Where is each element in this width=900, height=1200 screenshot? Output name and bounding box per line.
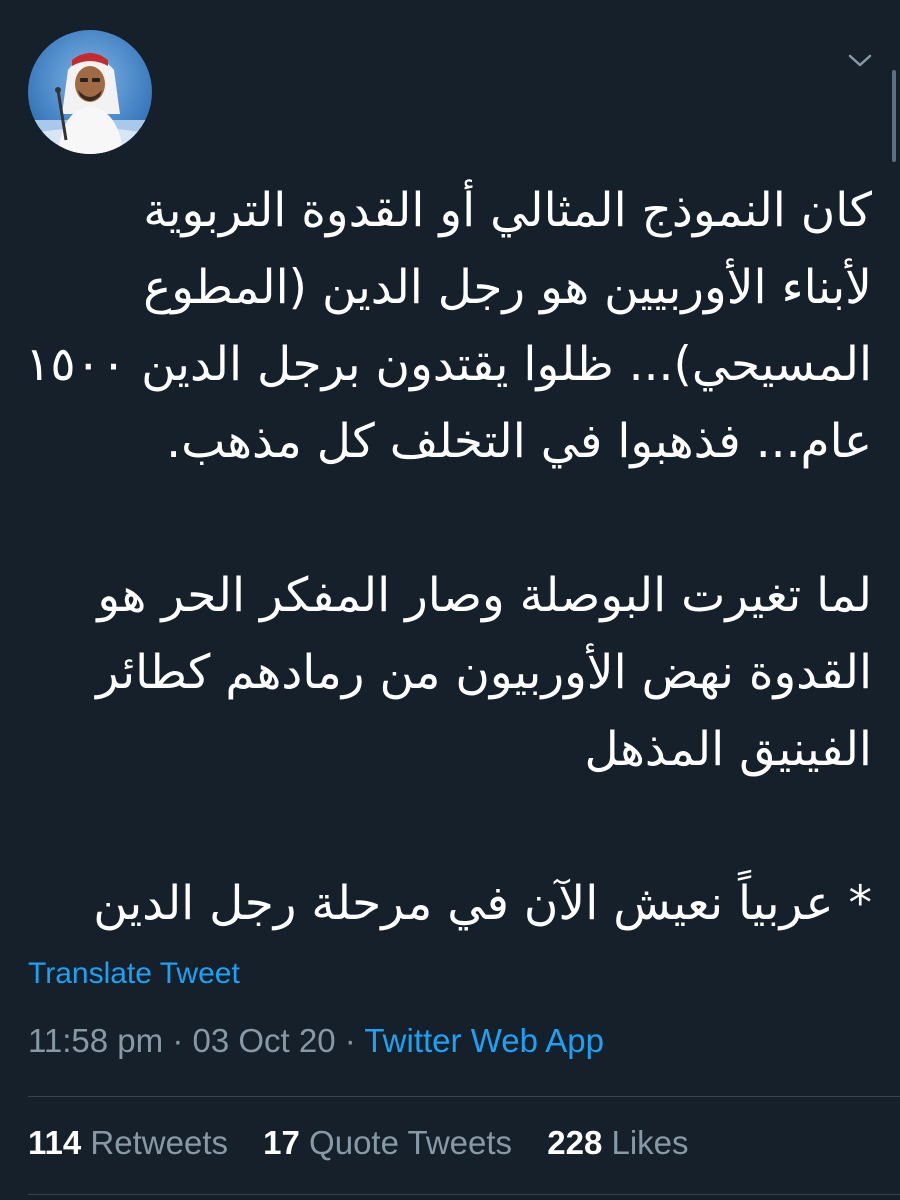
quote-tweets-stat[interactable]: 17 Quote Tweets <box>263 1124 512 1162</box>
chevron-down-icon[interactable] <box>846 50 874 70</box>
retweets-count: 114 <box>28 1124 82 1161</box>
tweet-text: كان النموذج المثالي أو القدوة التربوية ل… <box>12 172 872 942</box>
tweet-metadata: 11:58 pm · 03 Oct 20 · Twitter Web App <box>28 1022 604 1060</box>
tweet-paragraph-3: * عربياً نعيش الآن في مرحلة رجل الدين <box>93 876 872 931</box>
likes-count: 228 <box>547 1124 603 1161</box>
tweet-paragraph-2: لما تغيرت البوصلة وصار المفكر الحر هو ال… <box>96 568 872 777</box>
tweet-time: 11:58 pm <box>28 1022 164 1059</box>
quote-tweets-count: 17 <box>263 1124 300 1161</box>
meta-separator: · <box>344 1022 356 1059</box>
avatar[interactable] <box>28 30 152 154</box>
retweets-label: Retweets <box>90 1124 228 1161</box>
likes-stat[interactable]: 228 Likes <box>547 1124 688 1162</box>
quote-tweets-label: Quote Tweets <box>309 1124 513 1161</box>
meta-separator: · <box>172 1022 184 1059</box>
retweets-stat[interactable]: 114 Retweets <box>28 1124 228 1162</box>
avatar-image <box>28 30 152 154</box>
tweet-paragraph-1: كان النموذج المثالي أو القدوة التربوية ل… <box>25 183 872 469</box>
tweet-detail-screen: كان النموذج المثالي أو القدوة التربوية ل… <box>0 0 900 1200</box>
tweet-date: 03 Oct 20 <box>192 1022 336 1059</box>
tweet-source-link[interactable]: Twitter Web App <box>364 1022 604 1059</box>
divider <box>28 1194 900 1195</box>
likes-label: Likes <box>611 1124 689 1161</box>
scrollbar[interactable] <box>892 70 896 162</box>
tweet-stats: 114 Retweets 17 Quote Tweets 228 Likes <box>28 1124 715 1162</box>
translate-tweet-link[interactable]: Translate Tweet <box>28 957 240 991</box>
divider <box>28 1096 900 1097</box>
